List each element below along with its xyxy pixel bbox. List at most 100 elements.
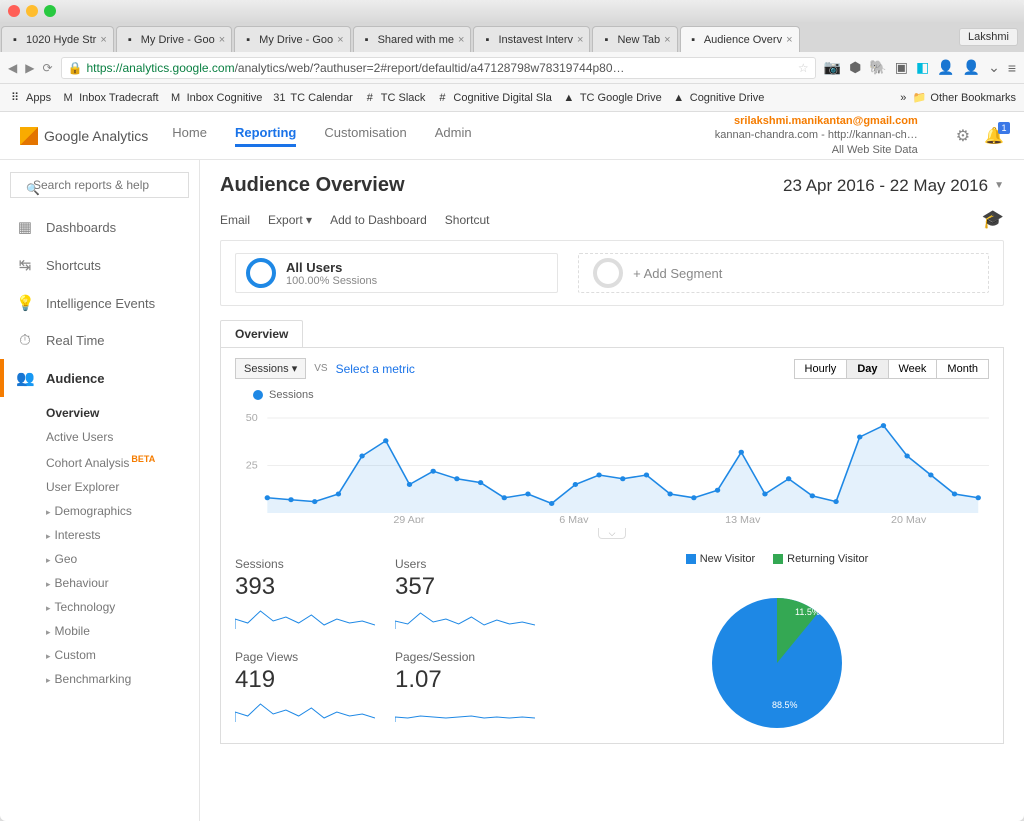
sidebar-sub-behaviour[interactable]: Behaviour [46, 571, 199, 595]
bookmark-item[interactable]: #TC Slack [363, 91, 426, 105]
chrome-menu-icon[interactable]: ≡ [1008, 60, 1016, 76]
browser-tab[interactable]: ▪Audience Overv× [680, 26, 800, 52]
education-icon[interactable]: 🎓 [982, 209, 1004, 230]
extension-icon-4[interactable]: 👤 [937, 59, 954, 76]
bell-icon[interactable]: 🔔 [984, 126, 1004, 146]
sidebar-item-intelligence-events[interactable]: 💡Intelligence Events [0, 284, 199, 322]
bookmark-item[interactable]: ▲Cognitive Drive [672, 91, 765, 105]
sidebar-item-dashboards[interactable]: ▦Dashboards [0, 208, 199, 246]
svg-text:11.5%: 11.5% [795, 607, 820, 617]
close-icon[interactable]: × [577, 34, 583, 46]
stat-sessions[interactable]: Sessions393 [235, 553, 385, 640]
time-toggle-hourly[interactable]: Hourly [794, 359, 848, 379]
close-icon[interactable]: × [786, 34, 792, 46]
segment-all-users[interactable]: All Users 100.00% Sessions [235, 253, 558, 293]
chart-expand-handle[interactable]: ⌵ [598, 528, 627, 539]
add-segment-button[interactable]: + Add Segment [578, 253, 989, 293]
sessions-chart: 502529 Apr6 May13 May20 May [235, 403, 989, 523]
camera-icon[interactable]: 📷 [824, 59, 841, 76]
time-toggle-week[interactable]: Week [888, 359, 938, 379]
browser-tab[interactable]: ▪My Drive - Goo× [234, 26, 350, 52]
search-input[interactable] [10, 172, 189, 198]
account-switcher[interactable]: srilakshmi.manikantan@gmail.com kannan-c… [715, 114, 918, 157]
sidebar-icon: ⏱ [16, 332, 34, 349]
sidebar-icon: ↹ [16, 256, 34, 274]
segments: All Users 100.00% Sessions + Add Segment [220, 240, 1004, 306]
date-range-selector[interactable]: 23 Apr 2016 - 22 May 2016 ▼ [783, 176, 1004, 196]
close-icon[interactable]: × [219, 34, 225, 46]
close-icon[interactable]: × [458, 34, 464, 46]
action-shortcut[interactable]: Shortcut [445, 213, 490, 227]
window-close-button[interactable] [8, 5, 20, 17]
select-metric-link[interactable]: Select a metric [336, 362, 415, 376]
browser-tab[interactable]: ▪Instavest Interv× [473, 26, 590, 52]
sidebar-sub-overview[interactable]: Overview [46, 401, 199, 425]
bookmark-item[interactable]: ▲TC Google Drive [562, 91, 662, 105]
sidebar-sub-active-users[interactable]: Active Users [46, 425, 199, 449]
sidebar-item-real-time[interactable]: ⏱Real Time [0, 322, 199, 359]
chrome-user-icon[interactable]: 👤 [963, 59, 980, 76]
stat-users[interactable]: Users357 [395, 553, 545, 640]
gear-icon[interactable]: ⚙ [956, 126, 970, 146]
action-email[interactable]: Email [220, 213, 250, 227]
bookmark-item[interactable]: MInbox Cognitive [169, 91, 263, 105]
browser-tab[interactable]: ▪1020 Hyde Str× [1, 26, 114, 52]
extension-icon-3[interactable]: ◧ [916, 59, 929, 76]
sidebar-item-audience[interactable]: 👥Audience [0, 359, 199, 397]
close-icon[interactable]: × [337, 34, 343, 46]
ga-header: Google Analytics Home Reporting Customisat… [0, 112, 1024, 160]
ga-nav-admin[interactable]: Admin [435, 125, 472, 147]
close-icon[interactable]: × [664, 34, 670, 46]
action-export[interactable]: Export ▾ [268, 213, 312, 227]
tab-overview[interactable]: Overview [220, 320, 303, 347]
close-icon[interactable]: × [100, 34, 106, 46]
stat-pages-session[interactable]: Pages/Session1.07 [395, 646, 545, 733]
sidebar-sub-demographics[interactable]: Demographics [46, 499, 199, 523]
ga-nav-customisation[interactable]: Customisation [324, 125, 406, 147]
sidebar-icon: ▦ [16, 218, 34, 236]
pie-legend: New VisitorReturning Visitor [565, 553, 989, 565]
back-button[interactable]: ◀ [8, 61, 17, 75]
browser-tab[interactable]: ▪Shared with me× [353, 26, 472, 52]
bookmark-item[interactable]: ⠿Apps [8, 91, 51, 105]
bookmark-item[interactable]: MInbox Tradecraft [61, 91, 159, 105]
other-bookmarks[interactable]: 📁 Other Bookmarks [912, 91, 1016, 105]
sparkline [395, 605, 535, 629]
time-toggle-month[interactable]: Month [936, 359, 989, 379]
ga-nav-reporting[interactable]: Reporting [235, 125, 296, 147]
extension-icon-2[interactable]: ▣ [895, 59, 908, 76]
bookmarks-overflow[interactable]: » [900, 92, 906, 104]
bookmark-item[interactable]: 31TC Calendar [272, 91, 352, 105]
forward-button[interactable]: ▶ [25, 61, 34, 75]
time-toggle-day[interactable]: Day [846, 359, 888, 379]
chart-legend: Sessions [253, 389, 989, 401]
sidebar-item-shortcuts[interactable]: ↹Shortcuts [0, 246, 199, 284]
reload-button[interactable]: ⟳ [42, 61, 52, 75]
sidebar-sub-benchmarking[interactable]: Benchmarking [46, 667, 199, 691]
sidebar-sub-technology[interactable]: Technology [46, 595, 199, 619]
sparkline [395, 698, 535, 722]
window-minimize-button[interactable] [26, 5, 38, 17]
pocket-icon[interactable]: ⌄ [988, 59, 1000, 76]
bookmark-item[interactable]: #Cognitive Digital Sla [435, 91, 551, 105]
address-bar[interactable]: 🔒 https://analytics.google.com /analytic… [61, 57, 816, 79]
sidebar-sub-interests[interactable]: Interests [46, 523, 199, 547]
sidebar-sub-custom[interactable]: Custom [46, 643, 199, 667]
star-icon[interactable]: ☆ [798, 61, 809, 75]
sidebar-sub-cohort-analysis[interactable]: Cohort AnalysisBETA [46, 449, 199, 475]
ga-nav-home[interactable]: Home [172, 125, 207, 147]
extension-icon[interactable]: ⬢ [849, 59, 861, 76]
sidebar-sub-user-explorer[interactable]: User Explorer [46, 475, 199, 499]
browser-tab[interactable]: ▪My Drive - Goo× [116, 26, 232, 52]
chrome-profile[interactable]: Lakshmi [959, 28, 1018, 46]
sidebar-sub-mobile[interactable]: Mobile [46, 619, 199, 643]
sidebar-sub-geo[interactable]: Geo [46, 547, 199, 571]
metric-dropdown[interactable]: Sessions ▾ [235, 358, 306, 379]
stat-page-views[interactable]: Page Views419 [235, 646, 385, 733]
window-zoom-button[interactable] [44, 5, 56, 17]
browser-tab[interactable]: ▪New Tab× [592, 26, 677, 52]
action-add[interactable]: Add to Dashboard [330, 213, 427, 227]
svg-text:88.5%: 88.5% [772, 700, 798, 710]
ga-logo[interactable]: Google Analytics [20, 127, 148, 145]
evernote-icon[interactable]: 🐘 [869, 59, 886, 76]
